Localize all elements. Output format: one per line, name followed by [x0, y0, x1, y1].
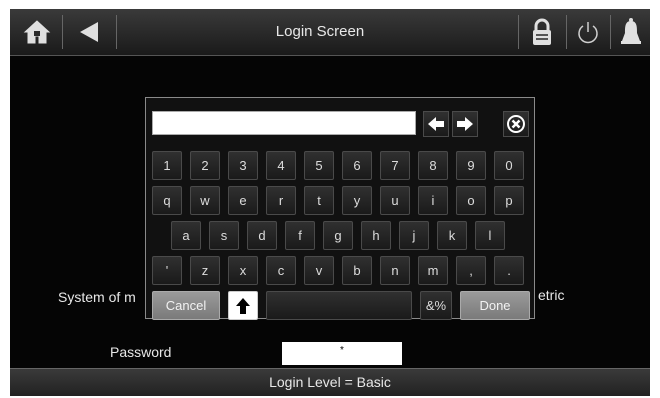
key-b[interactable]: b: [342, 256, 372, 285]
key-c[interactable]: c: [266, 256, 296, 285]
key-v[interactable]: v: [304, 256, 334, 285]
key-a[interactable]: a: [171, 221, 201, 250]
key-z[interactable]: z: [190, 256, 220, 285]
done-button[interactable]: Done: [460, 291, 530, 320]
left-arrow-icon: [428, 117, 444, 131]
login-level-status: Login Level = Basic: [10, 368, 650, 396]
separator: [566, 15, 567, 49]
key-e[interactable]: e: [228, 186, 258, 215]
key-n[interactable]: n: [380, 256, 410, 285]
alarm-button[interactable]: [614, 9, 648, 55]
home-icon: [23, 20, 51, 44]
key-apostrophe[interactable]: ': [152, 256, 182, 285]
key-i[interactable]: i: [418, 186, 448, 215]
lock-icon: [533, 18, 551, 45]
key-2[interactable]: 2: [190, 151, 220, 180]
password-label: Password: [110, 344, 172, 360]
clear-key[interactable]: [503, 111, 529, 137]
top-bar: Login Screen: [10, 9, 650, 56]
on-screen-keyboard: 1 2 3 4 5 6 7 8 9 0 q w e r t y u i o p …: [145, 97, 535, 320]
system-of-measurement-label: System of m: [58, 289, 136, 305]
back-button[interactable]: [66, 9, 112, 55]
key-1[interactable]: 1: [152, 151, 182, 180]
key-d[interactable]: d: [247, 221, 277, 250]
lock-button[interactable]: [522, 9, 562, 55]
right-arrow-icon: [457, 117, 473, 131]
cursor-left-key[interactable]: [423, 111, 449, 137]
space-key[interactable]: [266, 291, 412, 320]
power-icon: [578, 22, 598, 44]
separator: [62, 15, 63, 49]
key-6[interactable]: 6: [342, 151, 372, 180]
power-button[interactable]: [570, 9, 606, 55]
key-f[interactable]: f: [285, 221, 315, 250]
key-8[interactable]: 8: [418, 151, 448, 180]
key-0[interactable]: 0: [494, 151, 524, 180]
back-arrow-icon: [80, 22, 98, 42]
home-button[interactable]: [14, 9, 60, 55]
shift-up-arrow-icon: [236, 297, 250, 314]
key-h[interactable]: h: [361, 221, 391, 250]
shift-key[interactable]: [228, 291, 258, 320]
app-screen: Login Screen System of m etric Password …: [10, 9, 650, 396]
key-9[interactable]: 9: [456, 151, 486, 180]
key-k[interactable]: k: [437, 221, 467, 250]
key-t[interactable]: t: [304, 186, 334, 215]
key-r[interactable]: r: [266, 186, 296, 215]
key-comma[interactable]: ,: [456, 256, 486, 285]
cursor-right-key[interactable]: [452, 111, 478, 137]
symbols-key[interactable]: &%: [420, 291, 452, 320]
key-5[interactable]: 5: [304, 151, 334, 180]
key-j[interactable]: j: [399, 221, 429, 250]
separator: [610, 15, 611, 49]
separator: [116, 15, 117, 49]
key-o[interactable]: o: [456, 186, 486, 215]
key-u[interactable]: u: [380, 186, 410, 215]
clear-x-icon: [507, 115, 525, 133]
key-p[interactable]: p: [494, 186, 524, 215]
password-field[interactable]: *: [282, 342, 402, 365]
key-y[interactable]: y: [342, 186, 372, 215]
key-period[interactable]: .: [494, 256, 524, 285]
keyboard-text-input[interactable]: [152, 111, 416, 135]
key-l[interactable]: l: [475, 221, 505, 250]
key-7[interactable]: 7: [380, 151, 410, 180]
bell-icon: [621, 18, 641, 44]
key-4[interactable]: 4: [266, 151, 296, 180]
key-3[interactable]: 3: [228, 151, 258, 180]
key-x[interactable]: x: [228, 256, 258, 285]
cancel-button[interactable]: Cancel: [152, 291, 220, 320]
system-of-measurement-value: etric: [538, 287, 565, 303]
key-q[interactable]: q: [152, 186, 182, 215]
key-w[interactable]: w: [190, 186, 220, 215]
key-g[interactable]: g: [323, 221, 353, 250]
key-m[interactable]: m: [418, 256, 448, 285]
separator: [518, 15, 519, 49]
page-title: Login Screen: [275, 23, 365, 40]
key-s[interactable]: s: [209, 221, 239, 250]
